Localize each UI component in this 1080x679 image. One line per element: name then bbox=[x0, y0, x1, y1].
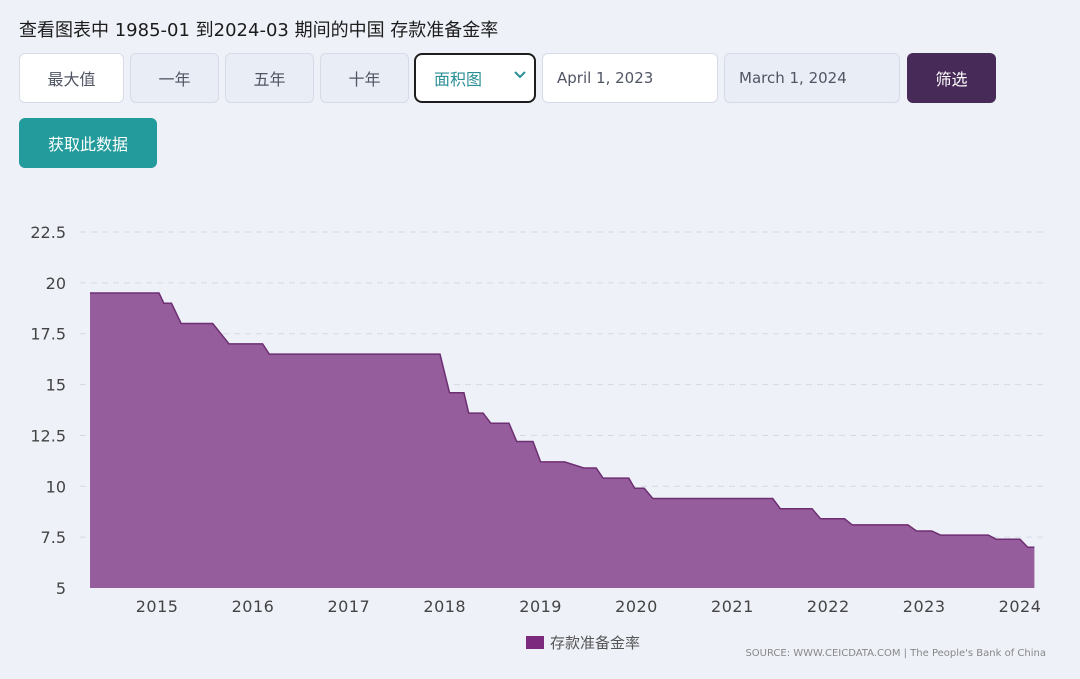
x-tick-label: 2022 bbox=[807, 597, 850, 616]
start-date-input[interactable]: April 1, 2023 bbox=[542, 53, 718, 103]
y-tick-label: 7.5 bbox=[41, 528, 66, 547]
range-button-5y[interactable]: 五年 bbox=[225, 53, 314, 103]
end-date-input[interactable]: March 1, 2024 bbox=[724, 53, 900, 103]
legend[interactable]: 存款准备金率 bbox=[526, 632, 640, 653]
source-note: SOURCE: WWW.CEICDATA.COM | The People's … bbox=[745, 648, 1046, 659]
y-tick-label: 20 bbox=[46, 274, 66, 293]
series-area bbox=[90, 292, 1035, 588]
chevron-down-icon bbox=[514, 71, 526, 79]
page-title: 查看图表中 1985-01 到2024-03 期间的中国 存款准备金率 bbox=[19, 20, 499, 41]
chart-type-select[interactable]: 面积图 bbox=[414, 53, 536, 103]
area-chart: 57.51012.51517.52022.5 2015 2016 2017 2018 2… bbox=[30, 223, 1044, 616]
legend-swatch bbox=[526, 636, 544, 649]
y-tick-label: 15 bbox=[46, 376, 66, 395]
x-tick-label: 2020 bbox=[615, 597, 658, 616]
series-area-fill[interactable] bbox=[90, 293, 1035, 588]
y-tick-label: 22.5 bbox=[30, 223, 66, 242]
x-tick-label: 2015 bbox=[136, 597, 179, 616]
x-tick-label: 2018 bbox=[423, 597, 466, 616]
filter-button[interactable]: 筛选 bbox=[907, 53, 996, 103]
y-tick-label: 12.5 bbox=[30, 426, 66, 445]
x-tick-label: 2019 bbox=[519, 597, 562, 616]
y-tick-label: 17.5 bbox=[30, 325, 66, 344]
chart-type-selected: 面积图 bbox=[434, 70, 483, 89]
y-tick-label: 5 bbox=[56, 579, 66, 598]
range-button-max[interactable]: 最大值 bbox=[19, 53, 124, 103]
range-button-10y[interactable]: 十年 bbox=[320, 53, 409, 103]
get-data-button[interactable]: 获取此数据 bbox=[19, 118, 157, 168]
x-tick-label: 2016 bbox=[232, 597, 275, 616]
x-tick-label: 2024 bbox=[999, 597, 1042, 616]
x-tick-label: 2023 bbox=[903, 597, 946, 616]
y-tick-label: 10 bbox=[46, 477, 66, 496]
x-tick-label: 2017 bbox=[328, 597, 371, 616]
x-tick-label: 2021 bbox=[711, 597, 754, 616]
legend-label: 存款准备金率 bbox=[550, 634, 641, 652]
y-axis: 5 7.5 10 12.5 15 17.5 20 22.5 bbox=[30, 223, 66, 598]
x-axis: 2015 2016 2017 2018 2019 2020 2021 2022 2023 2024 bbox=[136, 597, 1042, 616]
range-button-1y[interactable]: 一年 bbox=[130, 53, 219, 103]
